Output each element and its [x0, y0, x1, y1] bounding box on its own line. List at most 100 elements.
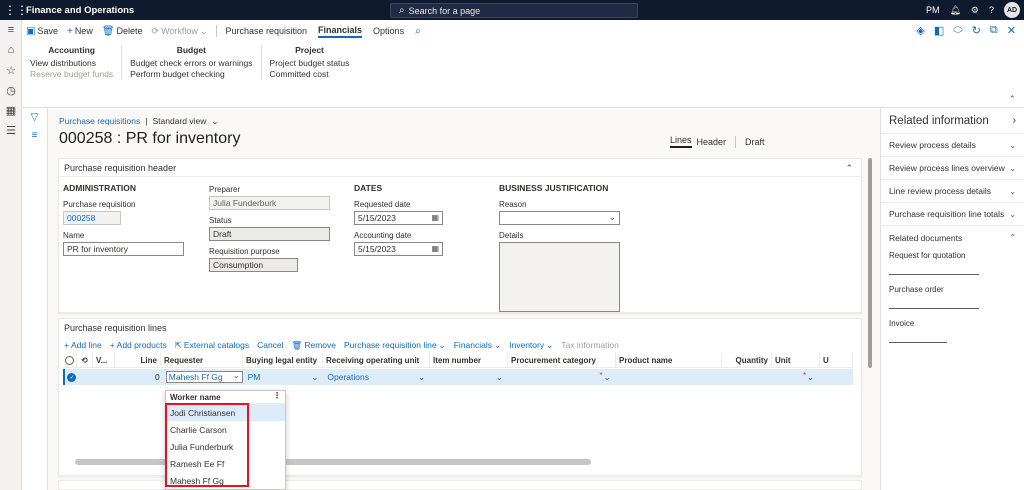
app-launcher-icon[interactable]: ⋮⋮⋮ — [0, 0, 28, 20]
hamburger-menu-icon[interactable]: ≡ — [0, 20, 22, 40]
related-information-title[interactable]: Related information › — [881, 108, 1024, 134]
procurement-category-cell[interactable]: * ⌄ — [509, 369, 617, 385]
add-products-button[interactable]: + Add products — [110, 340, 167, 350]
tab-financials[interactable]: Financials — [318, 25, 363, 38]
new-button[interactable]: + New — [67, 26, 93, 37]
collapse-action-pane-icon[interactable]: ⌃ — [1008, 94, 1016, 105]
budget-check-errors-button[interactable]: Budget check errors or warnings — [130, 58, 252, 69]
column-line[interactable]: Line — [115, 352, 161, 368]
view-selector[interactable]: Standard view — [152, 116, 206, 127]
review-process-lines-overview-section[interactable]: Review process lines overview ⌄ — [881, 157, 1024, 180]
breadcrumb-link[interactable]: Purchase requisitions — [59, 116, 140, 127]
chevron-down-icon[interactable]: ⌄ — [233, 371, 240, 380]
tab-options[interactable]: Options — [373, 26, 404, 36]
open-new-window-icon[interactable]: ⧉ — [990, 24, 998, 37]
attachments-icon[interactable]: ⬭ — [953, 24, 962, 37]
app-name[interactable]: Finance and Operations — [26, 5, 134, 16]
more-options-icon[interactable]: ⋮ — [273, 391, 281, 400]
column-item-number[interactable]: Item number — [430, 352, 508, 368]
tab-purchase-requisition[interactable]: Purchase requisition — [225, 26, 307, 36]
tab-lines[interactable]: Lines — [670, 135, 692, 148]
column-requester[interactable]: Requester — [161, 352, 243, 368]
remove-button[interactable]: 🗑︎ Remove — [292, 340, 336, 351]
modules-list-icon[interactable]: ☰ — [0, 120, 22, 140]
calendar-icon[interactable]: ▦ — [431, 244, 439, 253]
add-line-button[interactable]: + Add line — [64, 340, 102, 350]
line-cell[interactable]: 0 — [117, 369, 163, 385]
unit-cell[interactable]: * ⌄ — [772, 369, 820, 385]
quantity-cell[interactable] — [722, 369, 772, 385]
column-procurement-category[interactable]: Procurement category — [508, 352, 616, 368]
lines-fasttab-title[interactable]: Purchase requisition lines — [59, 319, 861, 337]
details-textarea[interactable] — [499, 242, 620, 312]
product-name-cell[interactable] — [617, 369, 723, 385]
settings-gear-icon[interactable]: ⚙ — [971, 5, 979, 16]
project-budget-status-button[interactable]: Project budget status — [270, 58, 350, 69]
calendar-icon[interactable]: ▦ — [431, 213, 439, 222]
column-v[interactable]: V... — [93, 352, 115, 368]
tab-header[interactable]: Header — [697, 137, 727, 147]
perform-budget-checking-button[interactable]: Perform budget checking — [130, 69, 252, 80]
item-number-cell[interactable]: ⌄ — [431, 369, 509, 385]
company-selector[interactable]: PM — [926, 5, 940, 15]
pr-line-totals-section[interactable]: Purchase requisition line totals ⌄ — [881, 203, 1024, 226]
power-apps-icon[interactable]: ◈ — [916, 24, 924, 37]
save-button[interactable]: ▣ Save — [26, 26, 58, 37]
row-select-checkbox[interactable]: ✓ — [65, 369, 79, 385]
action-search-button[interactable]: ⌕ — [415, 26, 421, 37]
home-icon[interactable]: ⌂ — [0, 40, 22, 60]
vertical-scrollbar[interactable] — [868, 158, 872, 368]
pr-line-menu-button[interactable]: Purchase requisition line ⌄ — [344, 340, 446, 351]
reserve-budget-funds-button[interactable]: Reserve budget funds — [30, 69, 113, 80]
recent-clock-icon[interactable]: ◷ — [0, 80, 22, 100]
purchase-order-link[interactable] — [889, 308, 979, 309]
requester-cell[interactable]: Mahesh Ff Gg ⌄ — [163, 369, 245, 385]
refresh-column-icon[interactable]: ⟲ — [77, 352, 93, 368]
buying-legal-entity-cell[interactable]: PM ⌄ — [245, 369, 325, 385]
column-unit[interactable]: Unit — [772, 352, 820, 368]
line-review-process-details-section[interactable]: Line review process details ⌄ — [881, 180, 1024, 203]
list-icon[interactable]: ≡ — [22, 126, 47, 144]
committed-cost-button[interactable]: Committed cost — [270, 69, 350, 80]
tax-information-button[interactable]: Tax information — [561, 340, 619, 350]
related-documents-section[interactable]: Related documents ⌃ — [881, 226, 1024, 249]
favorites-star-icon[interactable]: ☆ — [0, 60, 22, 80]
filter-icon[interactable]: ▽ — [22, 108, 47, 126]
requested-date-field[interactable]: 5/15/2023 ▦ — [354, 211, 443, 225]
refresh-icon[interactable]: ↻ — [972, 24, 981, 37]
column-product-name[interactable]: Product name — [616, 352, 722, 368]
column-quantity[interactable]: Quantity — [722, 352, 772, 368]
external-catalogs-button[interactable]: ⇱ External catalogs — [175, 340, 249, 351]
help-icon[interactable]: ? — [989, 5, 994, 15]
request-for-quotation-link[interactable] — [889, 274, 979, 275]
reason-dropdown[interactable]: ⌄ — [499, 211, 620, 225]
column-u[interactable]: U — [820, 352, 853, 368]
chevron-up-icon[interactable]: ⌃ — [845, 163, 853, 174]
column-receiving-operating-unit[interactable]: Receiving operating unit — [323, 352, 430, 368]
user-avatar[interactable]: AD — [1004, 2, 1020, 18]
review-process-details-section[interactable]: Review process details ⌄ — [881, 134, 1024, 157]
workflow-button[interactable]: ⟳ Workflow ⌄ — [152, 26, 208, 37]
inventory-menu-button[interactable]: Inventory ⌄ — [509, 340, 553, 351]
horizontal-scrollbar[interactable] — [75, 459, 591, 465]
invoice-link[interactable] — [889, 342, 947, 343]
search-box[interactable]: ⌕ Search for a page — [390, 3, 638, 18]
workspaces-icon[interactable]: ▦ — [0, 100, 22, 120]
name-field[interactable]: PR for inventory — [63, 242, 184, 256]
notifications-icon[interactable]: 🔔︎ — [949, 5, 960, 16]
office-icon[interactable]: ◧ — [934, 24, 944, 37]
delete-button[interactable]: 🗑︎ Delete — [102, 26, 143, 37]
u-cell[interactable] — [820, 369, 853, 385]
financials-menu-button[interactable]: Financials ⌄ — [454, 340, 501, 351]
purchase-requisition-field[interactable]: 000258 — [63, 211, 121, 225]
column-buying-legal-entity[interactable]: Buying legal entity — [243, 352, 323, 368]
chevron-right-icon[interactable]: › — [1013, 115, 1016, 126]
header-fasttab-title[interactable]: Purchase requisition header — [59, 159, 861, 177]
close-icon[interactable]: ✕ — [1007, 24, 1016, 37]
receiving-operating-unit-cell[interactable]: Operations ⌄ — [324, 369, 431, 385]
select-all-checkbox[interactable] — [63, 352, 77, 368]
table-row[interactable]: ✓ 0 Mahesh Ff Gg ⌄ PM ⌄ Operations ⌄ ⌄ * ⌄ *… — [63, 369, 853, 385]
view-distributions-button[interactable]: View distributions — [30, 58, 113, 69]
cancel-button[interactable]: Cancel — [257, 340, 283, 350]
accounting-date-field[interactable]: 5/15/2023 ▦ — [354, 242, 443, 256]
